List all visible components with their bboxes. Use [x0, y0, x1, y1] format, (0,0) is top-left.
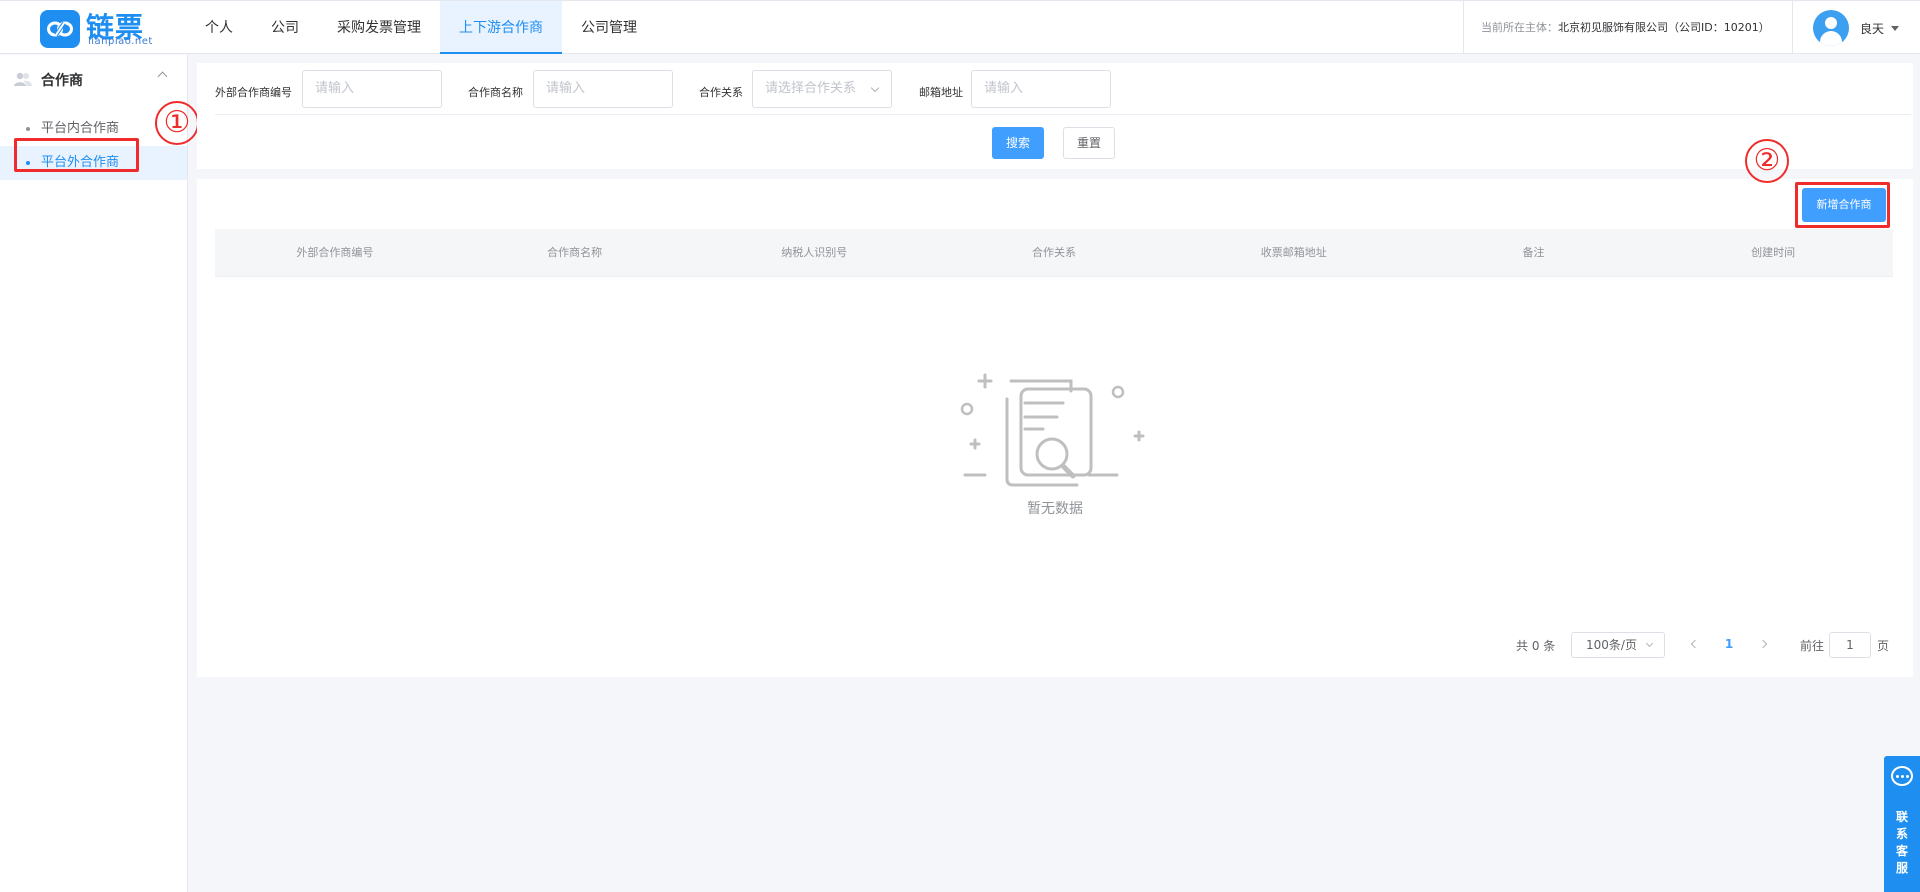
filter-divider: [215, 114, 1911, 115]
relation-select[interactable]: 请选择合作关系: [752, 70, 892, 108]
chevron-down-icon: [1645, 639, 1654, 648]
nav-company-management[interactable]: 公司管理: [562, 1, 656, 54]
chevron-down-icon: [870, 83, 880, 93]
nav-partners[interactable]: 上下游合作商: [440, 1, 562, 54]
column-header: 外部合作商编号: [296, 246, 374, 259]
filter-label-email: 邮箱地址: [919, 86, 963, 99]
next-page-icon[interactable]: [1758, 639, 1768, 649]
sidebar-item-label: 平台内合作商: [41, 121, 120, 136]
page-size-value: 100条/页: [1586, 638, 1637, 652]
column-header: 合作商名称: [547, 246, 603, 259]
chat-bubble-icon: [1891, 766, 1913, 786]
annotation-marker-2: ②: [1745, 139, 1789, 183]
highlight-box-external-partners: [14, 138, 139, 172]
pagination-goto-label: 前往: [1800, 639, 1825, 653]
main-nav: 个人 公司 采购发票管理 上下游合作商 公司管理: [186, 1, 656, 54]
empty-data-icon: [960, 373, 1145, 487]
pagination-page-suffix: 页: [1877, 639, 1890, 653]
nav-purchase-invoice[interactable]: 采购发票管理: [318, 1, 440, 54]
column-header: 备注: [1522, 246, 1545, 259]
page-jump-input[interactable]: 1: [1829, 632, 1871, 658]
email-input[interactable]: 请输入: [971, 70, 1111, 108]
column-header: 创建时间: [1751, 246, 1796, 259]
highlight-box-add-partner: [1795, 182, 1890, 228]
column-header: 收票邮箱地址: [1260, 246, 1327, 259]
partner-name-input[interactable]: 请输入: [533, 70, 673, 108]
table-panel: 新增合作商 外部合作商编号 合作商名称 纳税人识别号 合作关系 收票邮箱地址 备…: [197, 179, 1913, 677]
page-size-select[interactable]: 100条/页: [1571, 632, 1665, 658]
external-id-input[interactable]: 请输入: [302, 70, 442, 108]
nav-personal[interactable]: 个人: [186, 1, 252, 54]
filter-label-relation: 合作关系: [699, 86, 743, 99]
pagination-total: 共 0 条: [1516, 639, 1556, 653]
top-bar: 链票 lianpiao.net 个人 公司 采购发票管理 上下游合作商 公司管理…: [0, 0, 1920, 54]
sidebar-group-partners[interactable]: 合作商: [0, 55, 187, 103]
column-header: 纳税人识别号: [781, 246, 848, 259]
entity-value: 北京初见服饰有限公司（公司ID：10201）: [1558, 21, 1770, 34]
users-icon: [14, 72, 32, 86]
sidebar-group-title: 合作商: [41, 73, 83, 89]
annotation-marker-1: ①: [155, 101, 199, 145]
reset-button[interactable]: 重置: [1063, 127, 1115, 159]
table-header: 外部合作商编号 合作商名称 纳税人识别号 合作关系 收票邮箱地址 备注 创建时间: [215, 229, 1893, 277]
avatar: [1813, 10, 1849, 46]
filter-panel: 外部合作商编号 请输入 合作商名称 请输入 合作关系 请选择合作关系 邮箱地址 …: [197, 63, 1913, 169]
pagination-current-page[interactable]: 1: [1719, 634, 1739, 654]
relation-select-placeholder: 请选择合作关系: [765, 81, 857, 96]
current-entity: 当前所在主体：北京初见服饰有限公司（公司ID：10201）: [1463, 1, 1793, 54]
bullet-dot-icon: [26, 127, 30, 131]
empty-state-text: 暂无数据: [1027, 501, 1083, 517]
caret-down-icon: [1891, 25, 1900, 31]
brand-logo[interactable]: 链票 lianpiao.net: [40, 8, 160, 50]
entity-prefix: 当前所在主体：: [1481, 21, 1558, 34]
search-button[interactable]: 搜索: [992, 127, 1044, 159]
contact-support-button[interactable]: 联系客服: [1884, 756, 1920, 892]
brand-subtitle: lianpiao.net: [88, 36, 153, 47]
chevron-up-icon: [157, 71, 168, 82]
filter-label-external-id: 外部合作商编号: [215, 86, 292, 99]
nav-company[interactable]: 公司: [252, 1, 318, 54]
filter-label-partner-name: 合作商名称: [468, 86, 523, 99]
column-header: 合作关系: [1032, 246, 1077, 259]
sidebar: 合作商 平台内合作商 平台外合作商: [0, 55, 188, 892]
user-name: 良天: [1860, 21, 1885, 36]
prev-page-icon[interactable]: [1690, 639, 1700, 649]
user-menu[interactable]: 良天: [1813, 10, 1900, 46]
contact-support-label: 联系客服: [1895, 810, 1908, 875]
chain-link-icon: [40, 10, 80, 48]
